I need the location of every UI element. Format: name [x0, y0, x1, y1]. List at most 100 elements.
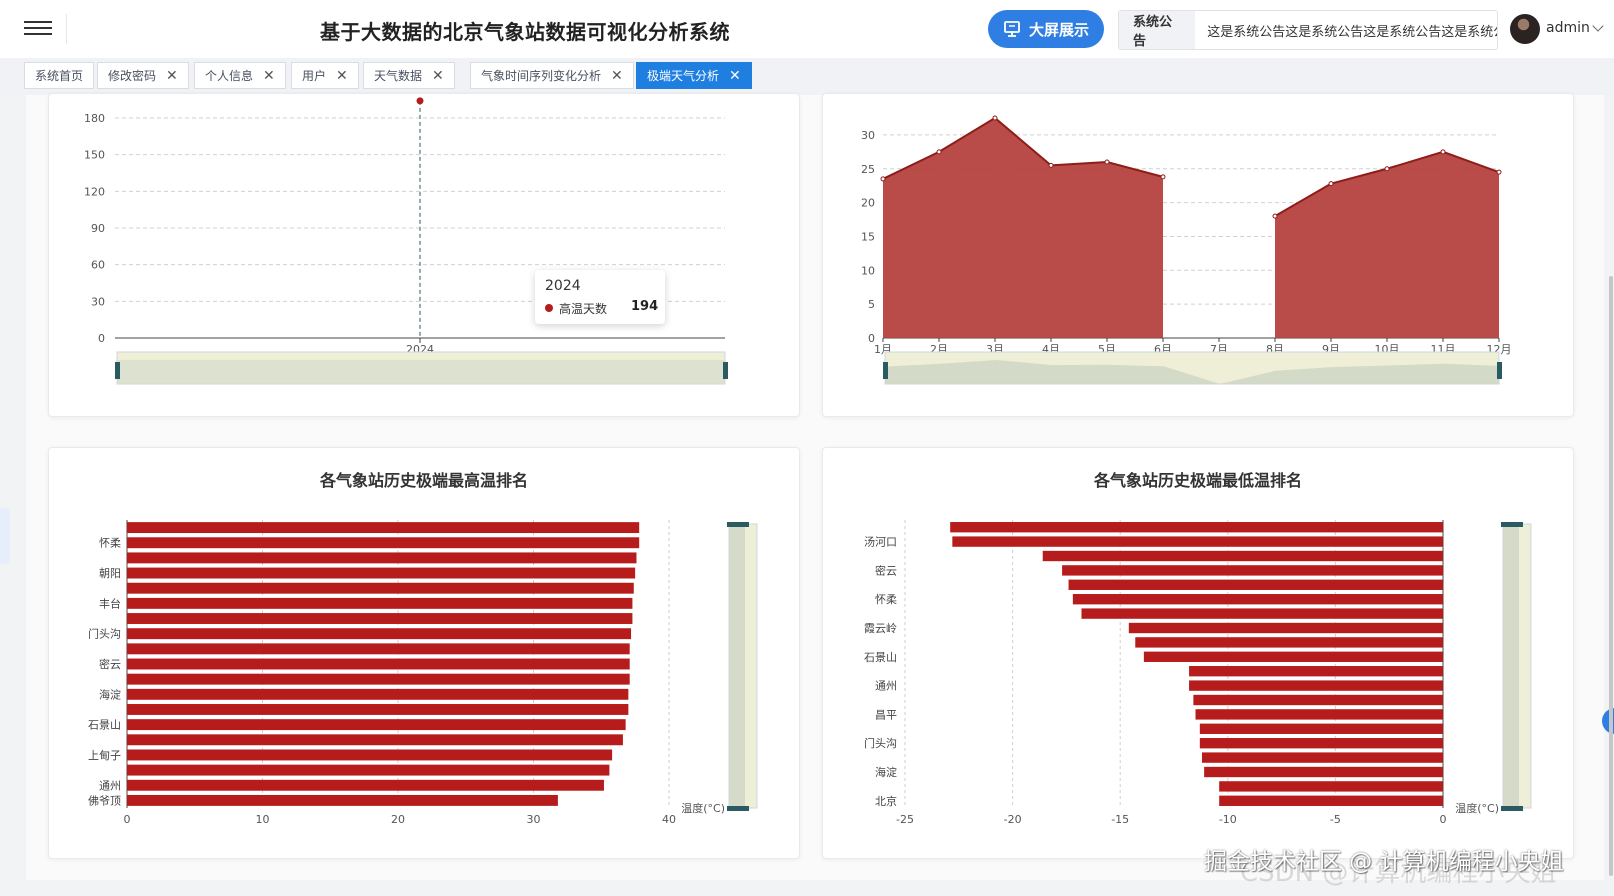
bar — [127, 764, 610, 776]
close-icon[interactable]: ✕ — [729, 68, 741, 84]
tooltip-value: 194 — [631, 299, 659, 314]
close-icon[interactable]: ✕ — [166, 68, 178, 84]
datazoom-bottom-handle — [1501, 806, 1523, 811]
axis-unit-label: 温度(°C) — [1455, 801, 1499, 815]
y-category-label: 汤河口 — [864, 535, 897, 549]
close-icon[interactable]: ✕ — [432, 68, 444, 84]
chevron-down-icon[interactable] — [1592, 20, 1604, 32]
chart-tooltip: 2024 高温天数 194 — [535, 270, 665, 324]
bar — [127, 719, 626, 731]
data-point — [1440, 149, 1446, 155]
monthly-area-panel: 0 5 10 15 20 25 30 1月 2月 3月 4月 5月 6月 7月 8月 9月 10月 11月 12月 — [822, 93, 1574, 417]
tab-change-password[interactable]: 修改密码 ✕ — [97, 62, 189, 89]
hamburger-menu-icon[interactable] — [24, 17, 52, 41]
bar — [1062, 565, 1443, 576]
bigscreen-label: 大屏展示 — [1028, 20, 1089, 39]
tab-home[interactable]: 系统首页 — [24, 62, 95, 89]
tab-label: 系统首页 — [35, 69, 84, 83]
scrollbar-thumb[interactable] — [1609, 276, 1613, 876]
bar — [1219, 795, 1443, 806]
y-tick-label: 5 — [868, 298, 875, 311]
bar — [1201, 752, 1443, 763]
bar — [127, 673, 630, 685]
data-point — [1384, 166, 1390, 172]
chart-title: 各气象站历史极端最高温排名 — [319, 471, 528, 490]
bar — [127, 643, 630, 655]
y-category-label: 石景山 — [88, 719, 121, 732]
data-point — [1104, 159, 1110, 165]
bigscreen-button[interactable]: 大屏展示 — [988, 10, 1104, 48]
bar — [127, 779, 604, 791]
hot-days-panel: 0 30 60 90 120 150 180 2024 2024 高温天数 194 — [48, 93, 800, 417]
bar — [1193, 694, 1443, 706]
x-tick-label: -20 — [1004, 813, 1022, 826]
close-icon[interactable]: ✕ — [611, 68, 623, 84]
app-title: 基于大数据的北京气象站数据可视化分析系统 — [320, 20, 730, 44]
tab-weather-data[interactable]: 天气数据 ✕ — [363, 62, 455, 89]
tab-label: 用户 — [302, 69, 327, 83]
bar — [1199, 723, 1443, 734]
y-tick-label: 10 — [861, 264, 875, 277]
y-category-label: 上甸子 — [88, 749, 121, 762]
y-tick-label: 30 — [861, 129, 875, 142]
hot-days-chart: 0 30 60 90 120 150 180 2024 — [84, 97, 728, 385]
y-category-label: 北京 — [875, 794, 897, 808]
monthly-area-chart: 0510152025301月 2月 3月 4月 5月 6月 7月 8月 9月 10月 11月 12月 — [861, 115, 1512, 385]
side-collapse-tab[interactable] — [0, 508, 10, 564]
notice-tag: 系统公告 — [1119, 11, 1196, 49]
tooltip-title: 2024 — [545, 278, 581, 294]
top-bar: 基于大数据的北京气象站数据可视化分析系统 大屏展示 系统公告 这是系统公告这是系… — [0, 0, 1614, 59]
data-point — [992, 115, 998, 121]
datazoom-right-handle — [1497, 362, 1502, 379]
bar — [1204, 766, 1443, 778]
datazoom-bottom-handle — [727, 806, 749, 811]
bar — [1128, 622, 1443, 634]
tab-extreme-weather[interactable]: 极端天气分析 ✕ — [636, 62, 752, 89]
tab-label: 修改密码 — [108, 69, 157, 83]
x-tick-label: -10 — [1219, 813, 1237, 826]
y-category-label: 丰台 — [99, 596, 121, 610]
x-tick-label: 10 — [256, 813, 270, 826]
bar — [127, 628, 632, 640]
bar — [1219, 781, 1443, 792]
tab-label: 气象时间序列变化分析 — [481, 69, 602, 83]
close-icon[interactable]: ✕ — [336, 68, 348, 84]
y-tick-label: 60 — [91, 259, 105, 272]
max-temp-rank-chart: 各气象站历史极端最高温排名 0 10 20 30 40 怀柔朝阳丰台门头沟密云海淀石景山上甸… — [88, 471, 758, 826]
datazoom-shadow — [729, 526, 745, 806]
page-scrollbar[interactable] — [1608, 96, 1614, 896]
x-tick-label: -15 — [1111, 813, 1129, 826]
bar — [1143, 651, 1443, 662]
bar — [1189, 680, 1443, 691]
bar — [1042, 550, 1443, 562]
bar — [127, 552, 637, 564]
tab-personal-info[interactable]: 个人信息 ✕ — [194, 62, 286, 89]
avatar[interactable] — [1510, 14, 1540, 44]
tags-view-bar: 系统首页 修改密码 ✕ 个人信息 ✕ 用户 ✕ 天气数据 ✕ 气象时间序列变化分析 ✕ 极… — [0, 58, 1614, 95]
y-category-label: 石景山 — [864, 651, 897, 664]
y-tick-label: 180 — [84, 112, 105, 125]
x-tick-label: 20 — [391, 813, 405, 826]
y-category-label: 通州 — [99, 779, 121, 792]
bar — [127, 749, 613, 761]
close-icon[interactable]: ✕ — [263, 68, 275, 84]
datazoom-right-handle — [723, 362, 728, 379]
data-point — [936, 149, 942, 155]
bar — [127, 522, 640, 534]
bar — [1072, 594, 1443, 605]
tab-time-series[interactable]: 气象时间序列变化分析 ✕ — [470, 62, 634, 89]
y-tick-label: 0 — [98, 332, 105, 345]
x-tick-label: 0 — [124, 813, 131, 826]
y-category-label: 昌平 — [875, 708, 897, 721]
y-category-label: 通州 — [875, 680, 897, 693]
bar — [127, 613, 633, 624]
system-notice: 系统公告 这是系统公告这是系统公告这是系统公告这是系统公告 — [1118, 10, 1498, 50]
tab-users[interactable]: 用户 ✕ — [291, 62, 359, 89]
bar — [1199, 738, 1443, 749]
y-category-label: 霞云岭 — [864, 621, 897, 635]
x-tick-label: -5 — [1330, 813, 1341, 826]
x-tick-label: -25 — [896, 813, 914, 826]
tooltip-marker — [545, 304, 553, 312]
username[interactable]: admin — [1546, 20, 1590, 36]
y-category-label: 朝阳 — [99, 567, 121, 580]
